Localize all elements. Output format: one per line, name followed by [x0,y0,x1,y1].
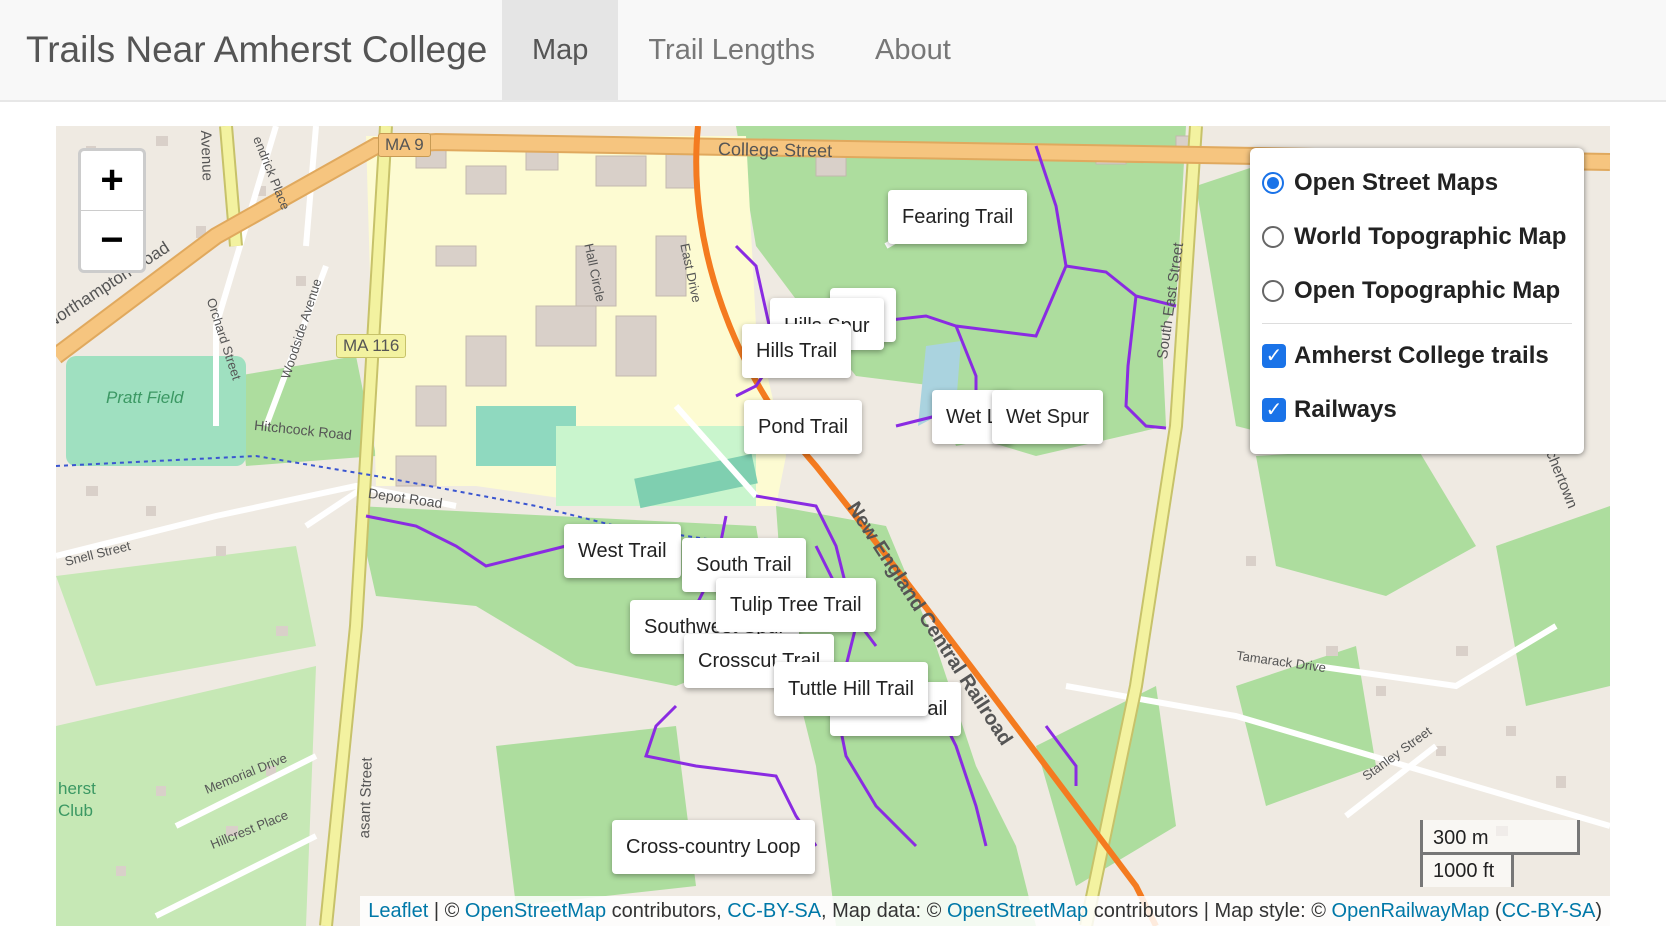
navbar: Trails Near Amherst College Map Trail Le… [0,0,1666,102]
openrailwaymap-link[interactable]: OpenRailwayMap [1332,900,1490,922]
osm-link[interactable]: OpenStreetMap [465,900,606,922]
nav-link-about[interactable]: About [845,0,981,100]
attribution-text: contributors, [606,900,728,922]
base-layer-world-topographic-map[interactable]: World Topographic Map [1262,210,1572,264]
cc-by-sa-link-2[interactable]: CC-BY-SA [1502,900,1596,922]
attribution-text: contributors | Map style: © [1088,900,1332,922]
radio-icon[interactable] [1262,280,1284,302]
trail-tooltip-pond-trail[interactable]: Pond Trail [744,400,863,454]
overlay-label: Railways [1294,396,1397,423]
overlay-railways[interactable]: ✓ Railways [1262,383,1572,437]
attribution-text: ( [1489,900,1502,922]
trail-tooltip-west-trail[interactable]: West Trail [564,524,681,578]
attribution-text: , Map data: © [821,900,947,922]
radio-selected-icon[interactable] [1262,172,1284,194]
base-layer-open-street-maps[interactable]: Open Street Maps [1262,156,1572,210]
zoom-in-button[interactable]: + [81,151,143,210]
nav-links: Map Trail Lengths About [502,0,981,100]
trail-tooltip-cross-country-loop[interactable]: Cross-country Loop [612,820,815,874]
leaflet-link[interactable]: Leaflet [368,900,428,922]
attribution-text: | © [428,900,465,922]
scale-bar: 300 m 1000 ft [1420,820,1580,887]
layer-control: Open Street Maps World Topographic Map O… [1250,148,1584,454]
osm-link-2[interactable]: OpenStreetMap [947,900,1088,922]
scale-imperial: 1000 ft [1420,855,1514,887]
base-layer-label: World Topographic Map [1294,223,1567,250]
scale-metric: 300 m [1420,820,1580,855]
zoom-control: + − [78,148,146,273]
checkbox-checked-icon[interactable]: ✓ [1262,398,1286,422]
overlay-amherst-college-trails[interactable]: ✓ Amherst College trails [1262,329,1572,383]
base-layer-label: Open Street Maps [1294,169,1499,196]
overlay-label: Amherst College trails [1294,342,1549,369]
nav-link-trail-lengths[interactable]: Trail Lengths [618,0,845,100]
map-container[interactable]: MA 9 MA 116 College Street Northampton R… [56,126,1610,926]
trail-tooltip-wet-spur[interactable]: Wet Spur [992,390,1103,444]
nav-link-map[interactable]: Map [502,0,619,100]
map-attribution: Leaflet | © OpenStreetMap contributors, … [360,896,1610,926]
radio-icon[interactable] [1262,226,1284,248]
checkbox-checked-icon[interactable]: ✓ [1262,344,1286,368]
trail-tooltip-fearing-trail[interactable]: Fearing Trail [888,190,1028,244]
trail-tooltip-tuttle-hill-trail[interactable]: Tuttle Hill Trail [774,662,928,716]
zoom-out-button[interactable]: − [81,210,143,270]
layer-separator [1262,323,1572,324]
site-brand[interactable]: Trails Near Amherst College [26,0,487,100]
base-layer-label: Open Topographic Map [1294,277,1561,304]
trail-tooltip-hills-trail[interactable]: Hills Trail [742,324,852,378]
trail-tooltip-tulip-tree-trail[interactable]: Tulip Tree Trail [716,578,876,632]
base-layer-open-topographic-map[interactable]: Open Topographic Map [1262,264,1572,318]
cc-by-sa-link[interactable]: CC-BY-SA [727,900,821,922]
attribution-text: ) [1595,900,1602,922]
